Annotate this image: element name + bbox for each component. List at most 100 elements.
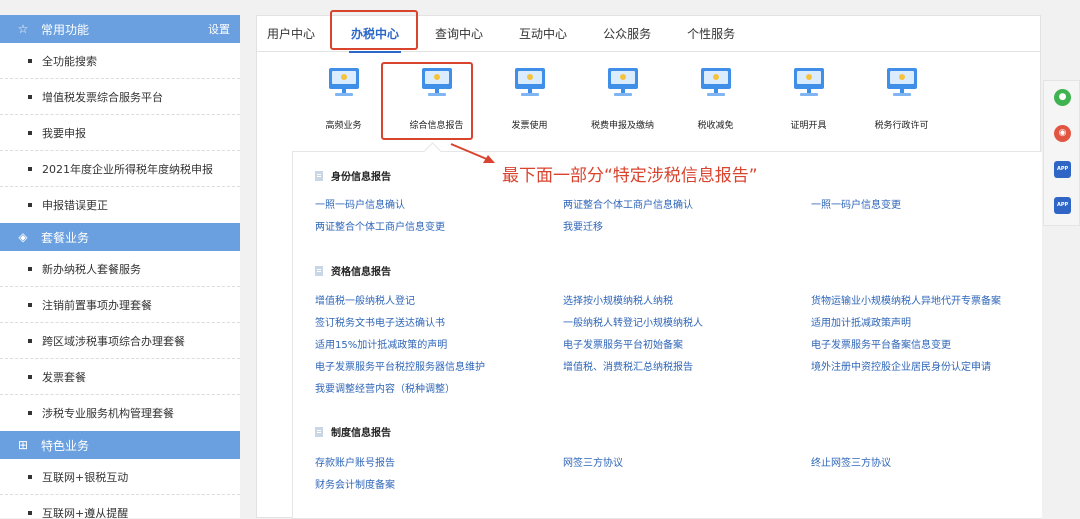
group-title-text: 资格信息报告 [331,267,391,278]
settings-link[interactable]: 设置 [208,21,230,37]
sidebar-item[interactable]: 跨区域涉税事项综合办理套餐 [0,323,240,359]
menu-link[interactable]: 财务会计制度备案 [315,476,395,491]
sidebar-item-label: 我要申报 [42,126,86,140]
bullet-icon [28,94,32,99]
menu-link[interactable]: 增值税一般纳税人登记 [315,292,415,307]
group-title: 制度信息报告 [315,424,391,439]
func-tax-filing[interactable]: 税费申报及缴纳 [576,68,669,131]
annotation-text: 最下面一部分“特定涉税信息报告” [502,166,758,186]
sidebar-item[interactable]: 互联网+银税互动 [0,459,240,495]
menu-link[interactable]: 一照一码户信息确认 [315,196,405,211]
highlight-box-tab [330,10,418,50]
menu-link[interactable]: 一般纳税人转登记小规模纳税人 [563,314,703,329]
menu-link[interactable]: 电子发票服务平台税控服务器信息维护 [315,358,485,373]
bullet-icon [28,203,32,207]
menu-link[interactable]: 网签三方协议 [563,454,623,469]
func-high-frequency[interactable]: 高频业务 [297,68,390,131]
sidebar-item-label: 互联网+遵从提醒 [42,506,129,519]
bullet-icon [28,411,32,415]
monitor-icon [793,68,824,98]
annotation-arrow-icon [450,143,495,163]
floating-share-bar: ● ◉ APP APP [1043,80,1080,226]
menu-link[interactable]: 两证整合个体工商户信息确认 [563,196,693,211]
menu-link[interactable]: 电子发票服务平台初始备案 [563,336,683,351]
menu-link[interactable]: 适用加计抵减政策声明 [811,314,911,329]
sidebar-item[interactable]: 涉税专业服务机构管理套餐 [0,395,240,431]
document-icon [315,170,323,181]
sidebar-item-label: 互联网+银税互动 [42,470,129,484]
group-title-text: 身份信息报告 [331,172,391,183]
menu-link[interactable]: 货物运输业小规模纳税人异地代开专票备案 [811,292,1001,307]
monitor-icon [886,68,917,98]
document-icon [315,265,323,276]
func-certificate[interactable]: 证明开具 [762,68,855,131]
tab-query-center[interactable]: 查询中心 [435,25,483,42]
bullet-icon [28,474,32,479]
monitor-icon [328,68,359,98]
sidebar-item[interactable]: 增值税发票综合服务平台 [0,79,240,115]
bullet-icon [28,302,32,307]
section-title: 特色业务 [41,438,90,453]
sidebar-item[interactable]: 申报错误更正 [0,187,240,223]
func-admin-license[interactable]: 税务行政许可 [855,68,948,131]
menu-link[interactable]: 终止网签三方协议 [811,454,891,469]
sidebar-item-label: 新办纳税人套餐服务 [42,262,141,276]
sidebar-section-features[interactable]: ⊞ 特色业务 [0,431,240,459]
bullet-icon [28,338,32,343]
bullet-icon [28,58,32,63]
tab-public-service[interactable]: 公众服务 [603,25,651,42]
tab-personal-service[interactable]: 个性服务 [687,25,735,42]
bullet-icon [28,130,32,135]
sidebar-section-common[interactable]: ☆ 常用功能 设置 [0,15,240,43]
sidebar-item-label: 增值税发票综合服务平台 [42,90,163,104]
sidebar-item-label: 发票套餐 [42,370,86,384]
menu-link[interactable]: 我要迁移 [563,218,603,233]
app-icon[interactable]: APP [1054,161,1071,178]
func-tax-relief[interactable]: 税收减免 [669,68,762,131]
func-label: 税收减免 [697,121,734,131]
sidebar-item[interactable]: 2021年度企业所得税年度纳税申报 [0,151,240,187]
sidebar-item[interactable]: 全功能搜索 [0,43,240,79]
menu-link[interactable]: 增值税、消费税汇总纳税报告 [563,358,693,373]
menu-link[interactable]: 我要调整经营内容（税种调整） [315,380,455,395]
document-icon [315,426,323,437]
group-title: 资格信息报告 [315,263,391,278]
weibo-icon[interactable]: ◉ [1054,125,1071,142]
menu-link[interactable]: 境外注册中资控股企业居民身份认定申请 [811,358,991,373]
app-icon[interactable]: APP [1054,197,1071,214]
submenu-panel: 身份信息报告 一照一码户信息确认 两证整合个体工商户信息确认 一照一码户信息变更… [292,151,1042,519]
section-title: 常用功能 [41,22,90,37]
sidebar-item[interactable]: 新办纳税人套餐服务 [0,251,240,287]
sidebar-item-label: 2021年度企业所得税年度纳税申报 [42,162,213,176]
bullet-icon [28,510,32,515]
sidebar-section-packages[interactable]: ◈ 套餐业务 [0,223,240,251]
func-label: 高频业务 [325,121,362,131]
sidebar-item-label: 申报错误更正 [42,199,108,212]
highlight-box-function [381,62,473,140]
menu-link[interactable]: 两证整合个体工商户信息变更 [315,218,445,233]
menu-link[interactable]: 选择按小规模纳税人纳税 [563,292,673,307]
menu-link[interactable]: 电子发票服务平台备案信息变更 [811,336,951,351]
sidebar-item[interactable]: 我要申报 [0,115,240,151]
main-panel: 用户中心 办税中心 查询中心 互动中心 公众服务 个性服务 高频业务 综合信息报… [256,10,1042,519]
tab-interaction-center[interactable]: 互动中心 [519,25,567,42]
func-invoice-use[interactable]: 发票使用 [483,68,576,131]
menu-link[interactable]: 存款账户账号报告 [315,454,395,469]
menu-link[interactable]: 签订税务文书电子送达确认书 [315,314,445,329]
bullet-icon [28,374,32,379]
sidebar-item[interactable]: 发票套餐 [0,359,240,395]
menu-link[interactable]: 适用15%加计抵减政策的声明 [315,336,447,351]
sidebar-item[interactable]: 注销前置事项办理套餐 [0,287,240,323]
menu-link[interactable]: 一照一码户信息变更 [811,196,901,211]
tab-user-center[interactable]: 用户中心 [267,25,315,42]
sidebar-item-label: 涉税专业服务机构管理套餐 [42,407,174,420]
sidebar-item-label: 跨区域涉税事项综合办理套餐 [42,334,185,348]
group-title-text: 制度信息报告 [331,428,391,439]
layers-icon: ◈ [18,230,28,244]
sidebar: ☆ 常用功能 设置 全功能搜索 增值税发票综合服务平台 我要申报 2021年度企… [0,15,240,518]
sidebar-item-label: 全功能搜索 [42,54,97,68]
func-label: 税费申报及缴纳 [590,121,654,131]
func-label: 税务行政许可 [874,121,929,131]
sidebar-item[interactable]: 互联网+遵从提醒 [0,495,240,518]
wechat-icon[interactable]: ● [1054,89,1071,106]
